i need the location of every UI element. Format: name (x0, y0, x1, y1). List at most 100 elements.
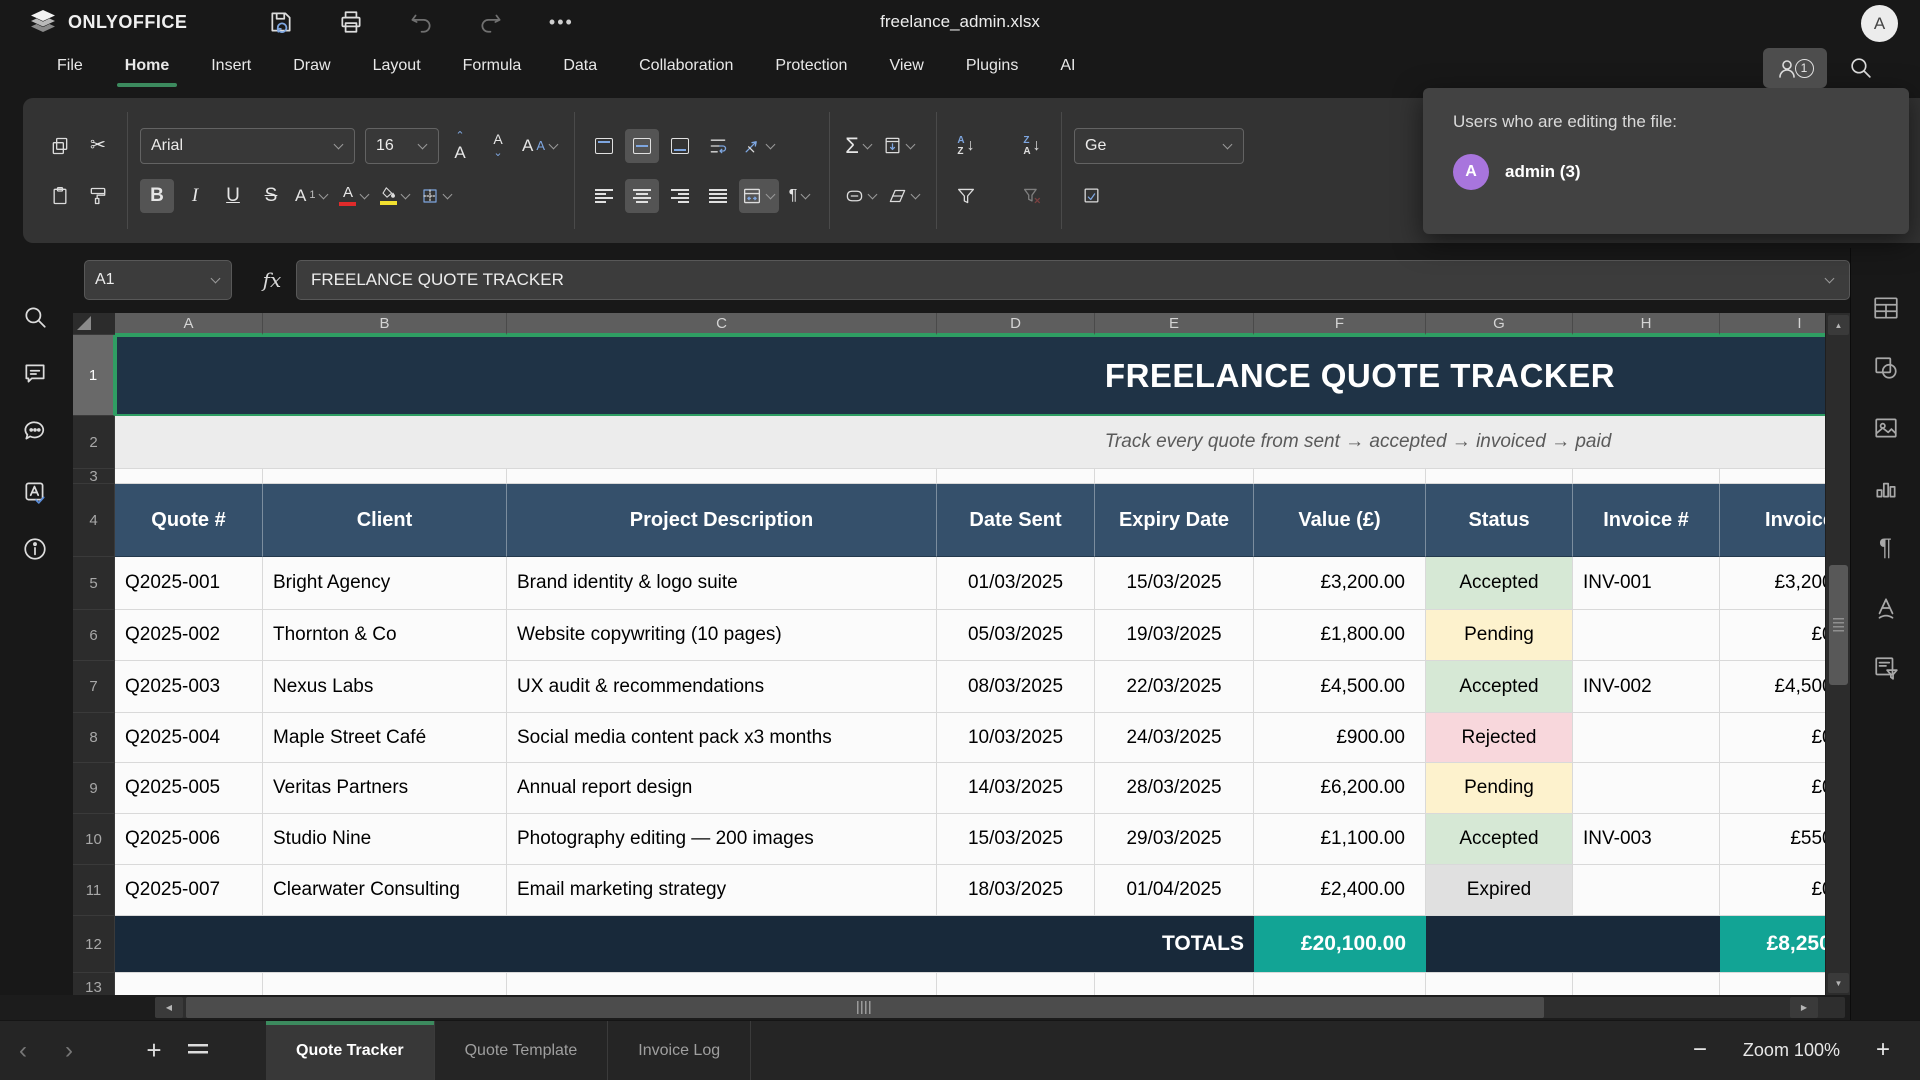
zoom-level-label[interactable]: Zoom 100% (1743, 1040, 1840, 1061)
more-actions-button[interactable]: ••• (547, 8, 575, 36)
cell-status[interactable]: Rejected (1426, 713, 1573, 763)
font-name-select[interactable]: Arial (140, 128, 355, 164)
clear-icon[interactable] (885, 179, 924, 213)
text-orientation-icon[interactable] (739, 129, 779, 163)
filter-icon[interactable] (949, 179, 983, 213)
cell-value[interactable]: £1,800.00 (1254, 610, 1426, 661)
align-left-icon[interactable] (587, 179, 621, 213)
cell-quote[interactable]: Q2025-003 (115, 661, 263, 713)
cell-quote[interactable]: Q2025-006 (115, 814, 263, 865)
sheet-tab-quote-template[interactable]: Quote Template (435, 1021, 609, 1080)
column-header-g[interactable]: G (1426, 313, 1573, 335)
merge-center-icon[interactable] (739, 179, 779, 213)
italic-button[interactable]: I (178, 179, 212, 213)
cell-invoice-val[interactable]: £0.00 (1720, 713, 1825, 763)
cell-settings-icon[interactable] (1868, 290, 1904, 326)
sheet-prev-icon[interactable]: ‹ (0, 1021, 46, 1080)
font-size-select[interactable]: 16 (365, 128, 439, 164)
tab-view[interactable]: View (887, 47, 925, 85)
totals-label-cell[interactable]: TOTALS (115, 916, 1254, 973)
cell-project[interactable]: Photography editing — 200 images (507, 814, 937, 865)
cell-invoice-no[interactable] (1573, 610, 1720, 661)
image-settings-icon[interactable] (1868, 410, 1904, 446)
align-center-icon[interactable] (625, 179, 659, 213)
sheet-next-icon[interactable]: › (46, 1021, 92, 1080)
scroll-down-icon[interactable]: ▼ (1828, 973, 1849, 993)
table-header-status[interactable]: Status (1426, 484, 1573, 557)
cell-project[interactable]: Social media content pack x3 months (507, 713, 937, 763)
tab-insert[interactable]: Insert (209, 47, 253, 85)
row-header-5[interactable]: 5 (73, 557, 115, 610)
tab-home[interactable]: Home (123, 47, 171, 85)
select-all-corner[interactable] (73, 313, 115, 335)
cell-name-box[interactable]: A1 (84, 260, 232, 300)
tab-layout[interactable]: Layout (371, 47, 423, 85)
cell-sent[interactable]: 01/03/2025 (937, 557, 1095, 610)
conditional-formatting-icon[interactable] (1074, 179, 1108, 213)
column-header-f[interactable]: F (1254, 313, 1426, 335)
cell-expiry[interactable]: 29/03/2025 (1095, 814, 1254, 865)
cell-sent[interactable]: 14/03/2025 (937, 763, 1095, 814)
horizontal-scrollbar[interactable]: ◀ ▶ (0, 995, 1850, 1020)
empty-cell[interactable] (1254, 973, 1426, 995)
empty-cell[interactable] (1095, 469, 1254, 484)
formula-bar-collapse-icon[interactable] (1825, 274, 1835, 284)
shape-settings-icon[interactable] (1868, 350, 1904, 386)
decrease-font-icon[interactable]: A⌄ (481, 129, 515, 163)
cell-value[interactable]: £2,400.00 (1254, 865, 1426, 916)
cell-invoice-val[interactable]: £4,500.00 (1720, 661, 1825, 713)
underline-button[interactable]: U (216, 179, 250, 213)
table-header-expiry[interactable]: Expiry Date (1095, 484, 1254, 557)
info-icon[interactable] (16, 530, 54, 568)
fill-down-icon[interactable] (880, 129, 919, 163)
vertical-scroll-thumb[interactable] (1829, 565, 1848, 685)
cell-expiry[interactable]: 19/03/2025 (1095, 610, 1254, 661)
cell-quote[interactable]: Q2025-005 (115, 763, 263, 814)
row-header-13[interactable]: 13 (73, 973, 115, 995)
tab-file[interactable]: File (55, 47, 85, 85)
add-sheet-icon[interactable]: + (132, 1021, 176, 1080)
column-header-c[interactable]: C (507, 313, 937, 335)
insert-function-button[interactable]: fx (252, 262, 292, 298)
cell-quote[interactable]: Q2025-001 (115, 557, 263, 610)
editing-users-button[interactable]: 1 (1763, 48, 1827, 88)
align-middle-icon[interactable] (625, 129, 659, 163)
empty-cell[interactable] (1254, 469, 1426, 484)
tab-protection[interactable]: Protection (773, 47, 849, 85)
slicer-settings-icon[interactable] (1868, 650, 1904, 686)
cell-status[interactable]: Pending (1426, 610, 1573, 661)
row-header-3[interactable]: 3 (73, 469, 115, 484)
cell-invoice-no[interactable] (1573, 713, 1720, 763)
row-header-1[interactable]: 1 (73, 335, 115, 416)
cell-invoice-val[interactable]: £0.00 (1720, 865, 1825, 916)
empty-cell[interactable] (937, 469, 1095, 484)
column-header-e[interactable]: E (1095, 313, 1254, 335)
text-direction-icon[interactable]: ¶ (783, 179, 817, 213)
number-format-select[interactable]: Ge (1074, 128, 1244, 164)
table-header-client[interactable]: Client (263, 484, 507, 557)
column-header-i[interactable]: I (1720, 313, 1825, 335)
empty-cell[interactable] (263, 469, 507, 484)
cell-expiry[interactable]: 28/03/2025 (1095, 763, 1254, 814)
cell-invoice-val[interactable]: £0.00 (1720, 763, 1825, 814)
empty-cell[interactable] (1573, 469, 1720, 484)
cell-expiry[interactable]: 22/03/2025 (1095, 661, 1254, 713)
horizontal-scroll-thumb[interactable] (186, 997, 1544, 1018)
cell-status[interactable]: Expired (1426, 865, 1573, 916)
redo-icon[interactable] (477, 8, 505, 36)
cell-status[interactable]: Accepted (1426, 661, 1573, 713)
cell-client[interactable]: Veritas Partners (263, 763, 507, 814)
empty-cell[interactable] (1573, 973, 1720, 995)
zoom-in-button[interactable]: + (1876, 1036, 1890, 1064)
text-art-settings-icon[interactable] (1868, 590, 1904, 626)
tab-draw[interactable]: Draw (291, 47, 332, 85)
scroll-up-icon[interactable]: ▲ (1828, 315, 1849, 335)
totals-spacer-cell[interactable] (1426, 916, 1720, 973)
empty-cell[interactable] (1426, 469, 1573, 484)
tab-ai[interactable]: AI (1058, 47, 1077, 85)
print-icon[interactable] (337, 8, 365, 36)
cell-project[interactable]: Website copywriting (10 pages) (507, 610, 937, 661)
cell-invoice-no[interactable]: INV-003 (1573, 814, 1720, 865)
empty-cell[interactable] (263, 973, 507, 995)
cell-client[interactable]: Studio Nine (263, 814, 507, 865)
